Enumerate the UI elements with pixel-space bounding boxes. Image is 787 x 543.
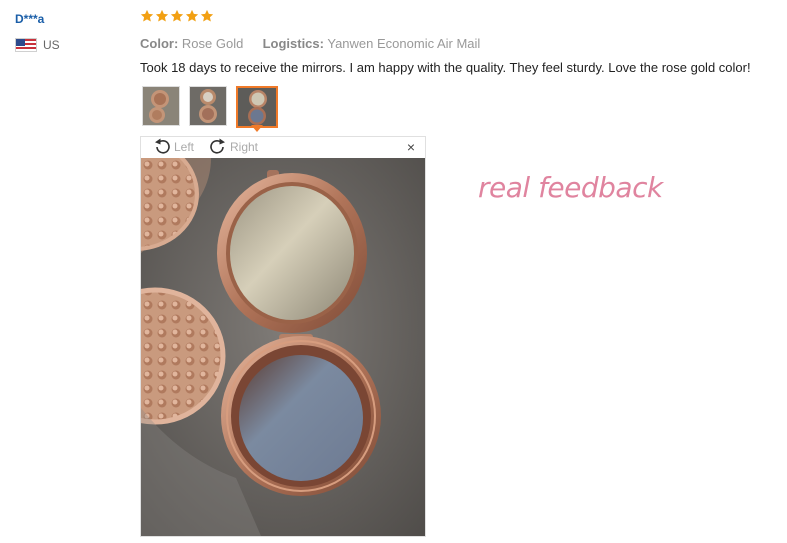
review-text: Took 18 days to receive the mirrors. I a… <box>140 60 751 75</box>
watermark-text: real feedback <box>478 171 663 204</box>
color-label: Color: <box>140 36 179 51</box>
color-value: Rose Gold <box>181 36 244 51</box>
photo-thumbnails <box>142 86 278 128</box>
star-icon <box>140 9 154 22</box>
rotate-right-button[interactable]: Right <box>208 138 258 156</box>
photo-thumbnail[interactable] <box>142 86 180 126</box>
close-viewer-button[interactable]: × <box>407 140 415 154</box>
order-details: Color: Rose Gold Logistics: Yanwen Econo… <box>140 36 480 51</box>
rotate-left-label: Left <box>174 140 195 154</box>
photo-thumbnail-selected[interactable] <box>236 86 278 128</box>
star-rating <box>140 9 214 23</box>
selected-thumbnail-pointer <box>251 125 263 132</box>
star-icon <box>155 9 169 22</box>
rotate-left-icon <box>155 138 170 154</box>
star-icon <box>170 9 184 22</box>
reviewer-name[interactable]: D***a <box>15 12 44 26</box>
logistics-label: Logistics: <box>262 36 324 51</box>
logistics-value: Yanwen Economic Air Mail <box>327 36 481 51</box>
review-photo <box>141 158 425 536</box>
star-icon <box>185 9 199 22</box>
viewer-toolbar: Left Right × <box>141 137 425 157</box>
rotate-right-label: Right <box>230 140 259 154</box>
star-icon <box>200 9 214 22</box>
rotate-left-button[interactable]: Left <box>152 138 194 156</box>
photo-thumbnail[interactable] <box>189 86 227 126</box>
rotate-right-icon <box>210 138 225 154</box>
country-code: US <box>43 38 60 52</box>
photo-viewer: Left Right × <box>140 136 426 537</box>
us-flag-icon <box>15 38 37 52</box>
reviewer-country: US <box>15 38 60 52</box>
